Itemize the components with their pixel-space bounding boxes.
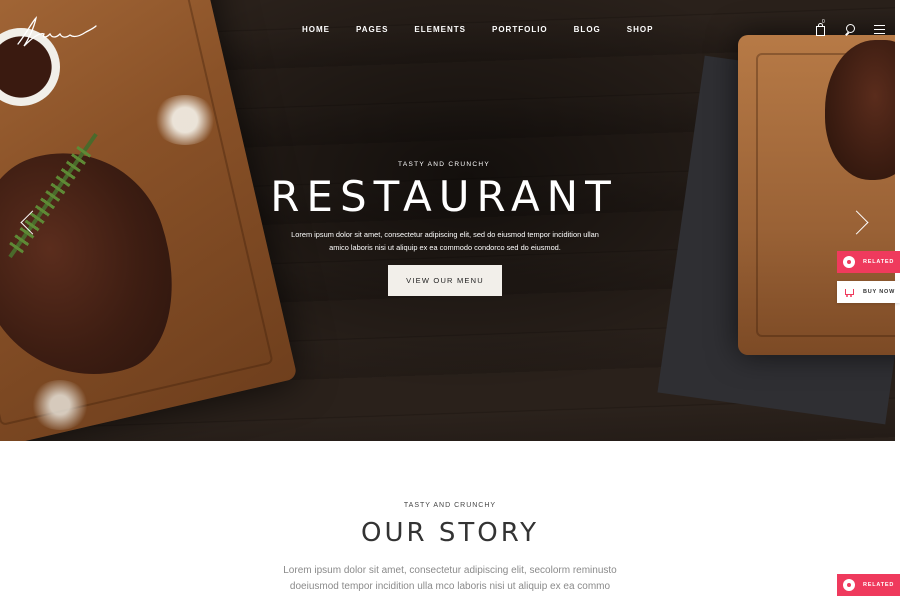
hero-text-line: amico laboris nisi ut aliquip ex ea comm… [329, 243, 561, 252]
search-icon[interactable] [843, 22, 857, 36]
salt-pile [30, 380, 90, 430]
view-menu-button[interactable]: VIEW OUR MENU [388, 265, 502, 296]
related-icon [843, 579, 855, 591]
hero-text-line: Lorem ipsum dolor sit amet, consectetur … [291, 230, 599, 239]
cart-icon [843, 286, 855, 298]
logo-signature [17, 16, 97, 47]
related-badge-bottom[interactable]: RELATED [837, 574, 900, 596]
nav-icons: 0 [813, 19, 887, 36]
hero-title: RESTAURANT [270, 172, 618, 221]
hero-slider: HOME PAGES ELEMENTS PORTFOLIO BLOG SHOP … [0, 0, 895, 441]
hamburger-menu-icon[interactable] [873, 22, 887, 36]
nav-elements[interactable]: ELEMENTS [414, 25, 466, 34]
cart-count: 0 [822, 19, 825, 25]
story-description: Lorem ipsum dolor sit amet, consectetur … [250, 563, 650, 595]
related-label: RELATED [863, 582, 895, 588]
related-badge[interactable]: RELATED [837, 251, 900, 273]
salt-pile [152, 95, 218, 145]
story-text-line: doeiusmod tempor incidition ulla mco lab… [289, 581, 611, 592]
story-title: OUR STORY [361, 518, 539, 548]
hero-subtitle: TASTY AND CRUNCHY [398, 161, 490, 168]
story-text-line: Lorem ipsum dolor sit amet, consectetur … [283, 565, 617, 576]
nav-pages[interactable]: PAGES [356, 25, 388, 34]
hero-description: Lorem ipsum dolor sit amet, consectetur … [285, 228, 605, 254]
nav-shop[interactable]: SHOP [627, 25, 654, 34]
nav-portfolio[interactable]: PORTFOLIO [492, 25, 548, 34]
story-subtitle: TASTY AND CRUNCHY [403, 502, 497, 509]
related-label: RELATED [863, 259, 895, 265]
site-logo[interactable] [16, 14, 97, 50]
nav-home[interactable]: HOME [302, 25, 330, 34]
buy-now-badge[interactable]: BUY NOW [837, 281, 900, 303]
cart-icon[interactable]: 0 [813, 19, 827, 36]
related-icon [843, 256, 855, 268]
buy-now-label: BUY NOW [863, 289, 896, 295]
nav-blog[interactable]: BLOG [574, 25, 601, 34]
